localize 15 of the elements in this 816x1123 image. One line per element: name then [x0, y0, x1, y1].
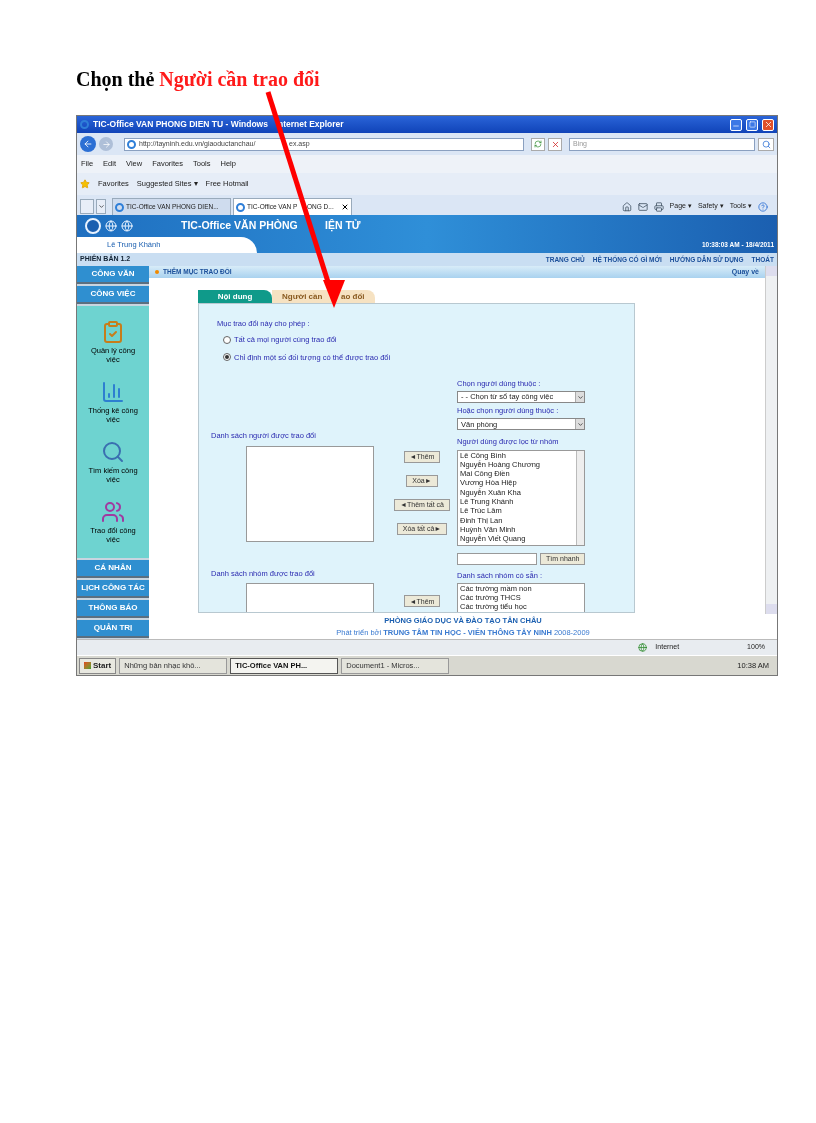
form-tab-label: Người cần: [282, 290, 323, 303]
form-tab-label: Nội dung: [217, 290, 253, 303]
sidebar-menu-button[interactable]: CÁ NHÂN: [77, 560, 149, 578]
instruction-heading: Chọn thẻ Người cần trao đổi: [76, 67, 320, 93]
window-title: TIC-Office VAN PHONG DIEN TU - Windows: [93, 118, 268, 131]
sidebar-menu-button[interactable]: LỊCH CÔNG TÁC: [77, 580, 149, 598]
start-button[interactable]: Start: [79, 657, 117, 674]
sidebar-menu-button[interactable]: CÔNG VĂN: [77, 266, 149, 284]
sidebar-menu-button[interactable]: THÔNG BÁO: [77, 600, 149, 618]
site-title: TIC-Office VĂN PHÒNG: [181, 218, 298, 234]
sidebar-menu-button[interactable]: QUẢN TRỊ: [77, 620, 149, 638]
form-tab-label: ao đổi: [341, 290, 365, 303]
site-title: IỆN TỬ: [325, 218, 361, 234]
sidebar-menu-button[interactable]: CÔNG VIỆC: [77, 286, 149, 304]
form-tab[interactable]: Người cần ao đổi: [272, 290, 375, 303]
